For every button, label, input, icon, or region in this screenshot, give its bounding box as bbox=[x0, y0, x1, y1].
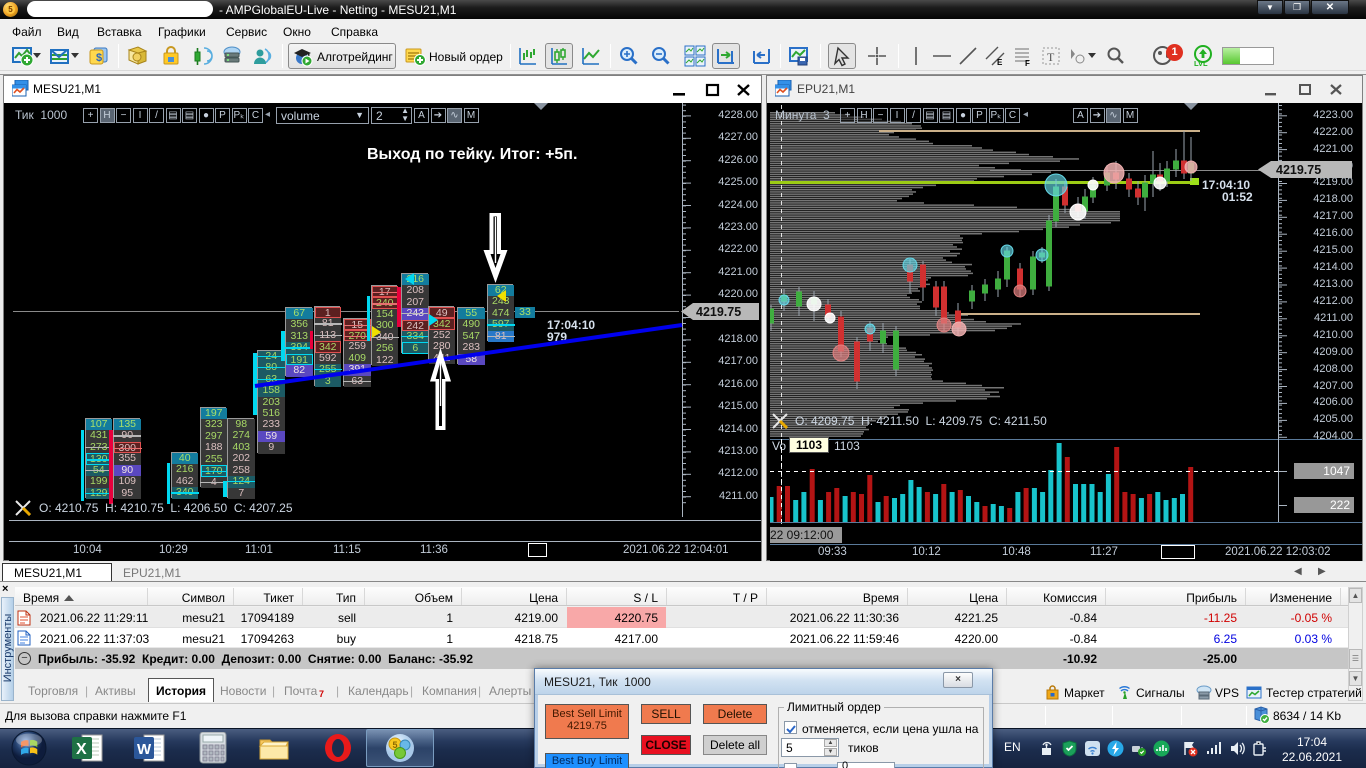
svg-text:W: W bbox=[137, 741, 152, 758]
svg-text:4219.75: 4219.75 bbox=[1276, 163, 1321, 177]
svg-text:4219.75: 4219.75 bbox=[696, 305, 741, 319]
svg-text:E: E bbox=[997, 58, 1003, 67]
svg-text:LVL: LVL bbox=[1194, 59, 1208, 67]
svg-text:F: F bbox=[1025, 59, 1030, 67]
svg-text:X: X bbox=[76, 741, 87, 758]
svg-text:$: $ bbox=[96, 52, 102, 64]
svg-text:T: T bbox=[1047, 50, 1055, 64]
